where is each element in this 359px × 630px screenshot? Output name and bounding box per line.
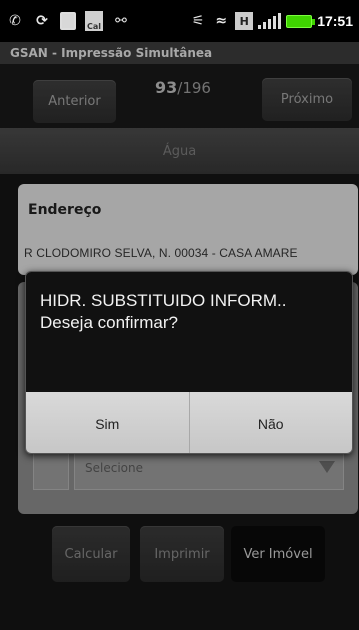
app-title-bar: GSAN - Impressão Simultânea — [0, 42, 359, 64]
pager: 93/196 — [155, 78, 211, 97]
phone-icon: ✆ — [9, 13, 21, 29]
no-button[interactable]: Não — [188, 392, 353, 453]
h-data-icon: H — [235, 12, 254, 30]
total-count: /196 — [177, 79, 211, 97]
sd-card-icon — [60, 12, 76, 30]
next-button[interactable]: Próximo — [262, 78, 352, 121]
dialog-message: HIDR. SUBSTITUIDO INFORM.. Deseja confir… — [26, 272, 352, 392]
current-index: 93 — [155, 78, 178, 97]
confirm-dialog: HIDR. SUBSTITUIDO INFORM.. Deseja confir… — [25, 271, 353, 454]
bluetooth-icon: ⚟ — [191, 13, 205, 29]
app-title: GSAN - Impressão Simultânea — [10, 46, 213, 60]
clock: 17:51 — [317, 13, 353, 29]
select-value: Selecione — [85, 461, 143, 475]
address-value: R CLODOMIRO SELVA, N. 00034 - CASA AMARE — [24, 246, 298, 260]
usb-icon: ⚯ — [115, 13, 127, 29]
battery-icon — [286, 14, 316, 28]
dropdown-arrow-icon — [319, 461, 335, 473]
address-card: Endereço R CLODOMIRO SELVA, N. 00034 - C… — [18, 184, 358, 275]
view-property-button[interactable]: Ver Imóvel — [231, 526, 325, 582]
address-label: Endereço — [28, 202, 102, 218]
dialog-buttons: Sim Não — [26, 392, 353, 453]
previous-button[interactable]: Anterior — [33, 80, 116, 123]
navigation-row: Anterior 93/196 Próximo — [0, 64, 359, 128]
status-bar: ✆ ⟳ Cal ⚯ ⚟ ≈ H 17:51 — [0, 0, 359, 42]
vibrate-icon: ≈ — [215, 13, 228, 29]
yes-button[interactable]: Sim — [26, 392, 189, 453]
dialog-message-line1: HIDR. SUBSTITUIDO INFORM.. — [40, 291, 287, 310]
section-header[interactable]: Água — [0, 128, 359, 174]
calendar-icon: Cal — [85, 11, 103, 31]
dialog-message-line2: Deseja confirmar? — [40, 313, 178, 332]
print-button[interactable]: Imprimir — [140, 526, 224, 582]
signal-icon — [258, 13, 282, 29]
section-title: Água — [162, 143, 197, 159]
sync-icon: ⟳ — [36, 13, 48, 29]
calculate-button[interactable]: Calcular — [52, 526, 130, 582]
